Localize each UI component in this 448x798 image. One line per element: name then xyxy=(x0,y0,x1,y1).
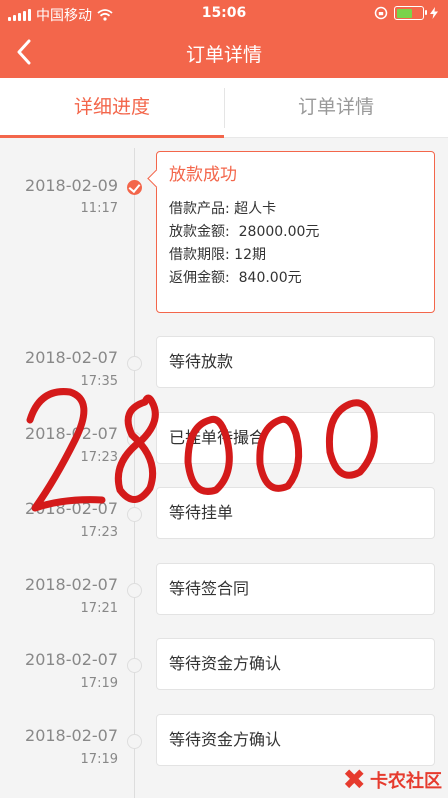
kanong-logo: ✖ 卡农社区 xyxy=(343,766,442,794)
app-screen: { "status_bar": { "carrier": "中国移动", "ti… xyxy=(0,0,448,798)
status-card-active[interactable]: 放款成功 借款产品: 超人卡 放款金额: 28000.00元 借款期限: 12期… xyxy=(156,151,435,313)
entry-time: 17:21 xyxy=(80,601,118,616)
rotation-lock-icon xyxy=(374,6,388,20)
entry-time: 17:23 xyxy=(80,525,118,540)
charging-icon xyxy=(430,7,438,19)
status-card[interactable]: 等待资金方确认 xyxy=(156,638,435,690)
entry-date: 2018-02-09 xyxy=(25,176,118,195)
logo-text: 卡农社区 xyxy=(370,771,442,792)
detail-commission: 返佣金额: 840.00元 xyxy=(169,270,302,286)
detail-amount: 放款金额: 28000.00元 xyxy=(169,224,320,240)
battery-icon xyxy=(394,6,427,20)
check-icon xyxy=(127,180,142,195)
tab-divider xyxy=(224,88,225,128)
tab-bar: 详细进度 订单详情 xyxy=(0,78,448,138)
status-right xyxy=(374,6,438,20)
tab-order-details[interactable]: 订单详情 xyxy=(224,78,448,137)
status-card[interactable]: 等待资金方确认 xyxy=(156,714,435,766)
entry-date: 2018-02-07 xyxy=(25,575,118,594)
pending-dot-icon xyxy=(127,658,142,673)
pending-dot-icon xyxy=(127,356,142,371)
card-title: 等待签合同 xyxy=(169,579,250,598)
logo-x-icon: ✖ xyxy=(342,763,366,796)
entry-date: 2018-02-07 xyxy=(25,348,118,367)
handwritten-28000-watermark xyxy=(26,388,378,512)
status-card[interactable]: 等待签合同 xyxy=(156,563,435,615)
entry-date: 2018-02-07 xyxy=(25,726,118,745)
pending-dot-icon xyxy=(127,734,142,749)
pending-dot-icon xyxy=(127,583,142,598)
card-title: 等待资金方确认 xyxy=(169,730,282,749)
entry-date: 2018-02-07 xyxy=(25,650,118,669)
status-bar: 中国移动 15:06 xyxy=(0,0,448,28)
detail-product: 借款产品: 超人卡 xyxy=(169,201,277,217)
tab-progress[interactable]: 详细进度 xyxy=(0,78,224,138)
entry-time: 11:17 xyxy=(80,201,118,216)
entry-time: 17:19 xyxy=(80,752,118,767)
card-title: 放款成功 xyxy=(169,165,237,185)
detail-term: 借款期限: 12期 xyxy=(169,247,266,263)
page-title: 订单详情 xyxy=(185,44,262,66)
card-title: 等待资金方确认 xyxy=(169,654,282,673)
entry-time: 17:19 xyxy=(80,676,118,691)
nav-bar: 订单详情 xyxy=(0,28,448,78)
